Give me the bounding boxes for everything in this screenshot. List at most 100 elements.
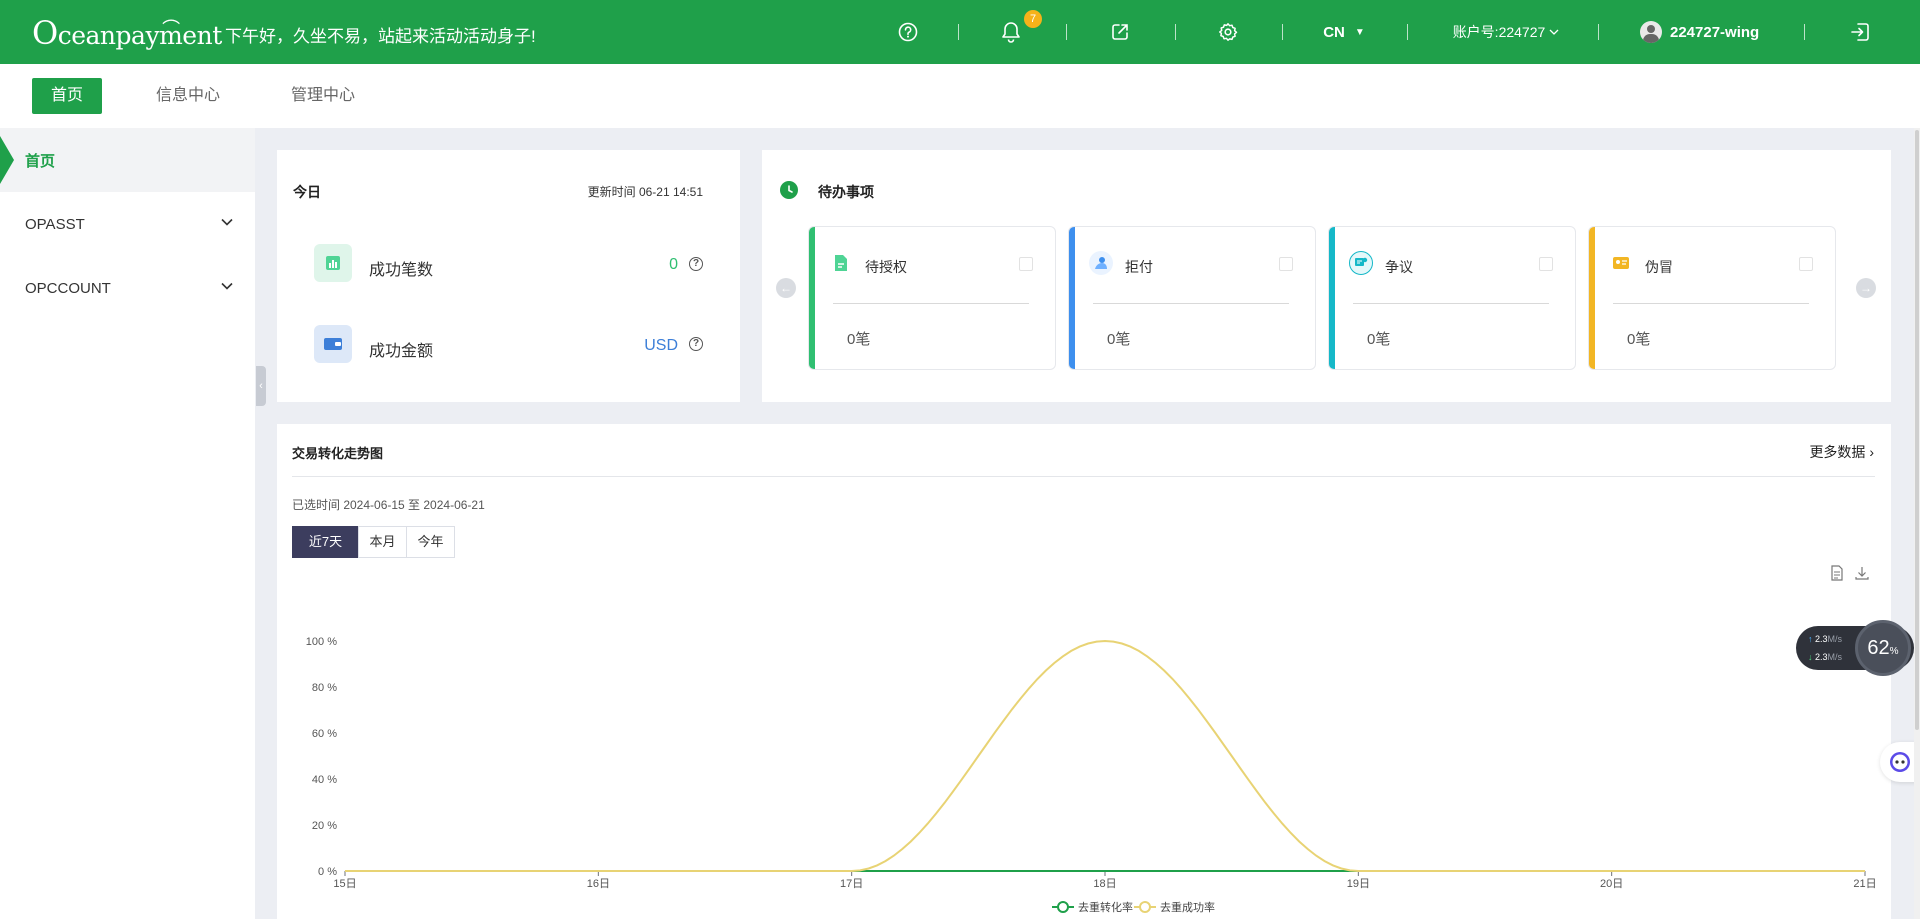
x-tick-label: 18日 <box>1093 878 1116 890</box>
bar-chart-icon <box>314 244 352 282</box>
metric-label: 成功笔数 <box>369 262 434 279</box>
period-7days-button[interactable]: 近7天 <box>292 526 359 558</box>
chevron-down-icon <box>1549 23 1559 41</box>
main-nav: 首页 信息中心 管理中心 <box>0 64 1920 128</box>
clock-icon <box>780 181 798 199</box>
tab-management-center[interactable]: 管理中心 <box>272 78 374 114</box>
go-icon[interactable] <box>1019 257 1033 271</box>
todo-label: 伪冒 <box>1645 259 1673 275</box>
speed-unit: M/s <box>1827 652 1843 662</box>
legend-marker <box>1139 901 1151 913</box>
speed-unit: M/s <box>1827 634 1843 644</box>
data-view-icon[interactable] <box>1830 565 1844 581</box>
todo-item-authorize[interactable]: 待授权 0笔 <box>808 226 1056 370</box>
username: 224727-wing <box>1670 23 1760 41</box>
oceanpayment-logo[interactable]: Oceanpaym ⌒ ent <box>32 14 222 52</box>
today-card: 今日 更新时间 06-21 14:51 成功笔数 0 ? 成功金额 USD ? <box>277 150 740 402</box>
download-icon[interactable] <box>1854 565 1870 581</box>
x-tick-label: 15日 <box>333 878 356 890</box>
todo-item-fraud[interactable]: 伪冒 0笔 <box>1588 226 1836 370</box>
cpu-percent-gauge[interactable]: 62% <box>1855 620 1911 676</box>
todo-count: 0笔 <box>1627 331 1651 348</box>
tab-home[interactable]: 首页 <box>32 78 103 114</box>
trend-chart: 0 % 20 % 40 % 60 % 80 % 100 % 15日 16日 17日 18日 19日 2… <box>306 636 1877 914</box>
date-range-text: 已选时间 2024-06-15 至 2024-06-21 <box>292 498 485 512</box>
period-month-button[interactable]: 本月 <box>358 526 407 558</box>
todo-label: 拒付 <box>1125 259 1153 275</box>
wallet-icon <box>314 325 352 363</box>
help-icon[interactable]: ? <box>689 257 703 271</box>
scrollbar-thumb[interactable] <box>1915 130 1919 730</box>
go-icon[interactable] <box>1539 257 1553 271</box>
chevron-down-icon <box>221 218 233 226</box>
tab-info-center[interactable]: 信息中心 <box>137 78 239 114</box>
todo-item-dispute[interactable]: 争议 0笔 <box>1328 226 1576 370</box>
bell-icon[interactable] <box>999 0 1023 64</box>
avatar <box>1640 21 1662 43</box>
success-count-value: 0 <box>669 256 678 273</box>
x-tick-label: 17日 <box>840 878 863 890</box>
language-select[interactable]: CN ▼ <box>1316 0 1372 64</box>
y-tick-label: 20 % <box>312 820 337 832</box>
metric-label: 成功金额 <box>369 343 434 360</box>
sidebar-item-label: OPCCOUNT <box>25 279 111 297</box>
help-icon[interactable] <box>896 0 920 64</box>
todo-count: 0笔 <box>847 331 871 348</box>
go-icon[interactable] <box>1279 257 1293 271</box>
percent-value: 62 <box>1867 636 1890 659</box>
arrow-down-icon: ↓ <box>1808 652 1813 662</box>
external-link-icon[interactable] <box>1108 0 1132 64</box>
header-divider <box>1066 24 1067 40</box>
user-menu[interactable]: 224727-wing <box>1640 0 1770 64</box>
active-marker <box>0 136 14 184</box>
header-divider <box>1175 24 1176 40</box>
x-tick-label: 16日 <box>587 878 610 890</box>
y-tick-label: 40 % <box>312 774 337 786</box>
divider <box>292 476 1875 477</box>
x-tick-label: 21日 <box>1853 878 1876 890</box>
today-title: 今日 <box>293 184 321 200</box>
sidebar-item-home[interactable]: 首页 <box>0 128 255 192</box>
arrow-left-icon[interactable]: ← <box>776 278 796 298</box>
go-icon[interactable] <box>1799 257 1813 271</box>
period-year-button[interactable]: 今年 <box>406 526 455 558</box>
legend-label: 去重转化率 <box>1078 900 1133 914</box>
sidebar-collapse-handle[interactable]: ‹ <box>256 366 266 406</box>
todo-stripe <box>809 227 815 369</box>
todo-label: 争议 <box>1385 259 1413 275</box>
todo-card: 待办事项 ← 待授权 0笔 拒付 0笔 争议 0笔 伪冒 0笔 → <box>762 150 1891 402</box>
success-amount-value: USD <box>644 337 678 354</box>
series-line <box>345 639 1865 872</box>
y-tick-label: 60 % <box>312 728 337 740</box>
x-tick-label: 20日 <box>1600 878 1623 890</box>
divider <box>1353 303 1549 304</box>
arrow-right-icon[interactable]: → <box>1856 278 1876 298</box>
header-divider <box>958 24 959 40</box>
language-label: CN <box>1323 23 1345 41</box>
logout-icon[interactable] <box>1848 0 1872 64</box>
sidebar-item-opasst[interactable]: OPASST <box>0 192 255 256</box>
divider <box>1093 303 1289 304</box>
todo-label: 待授权 <box>865 259 907 275</box>
person-icon <box>1089 251 1113 275</box>
chat-icon <box>1349 251 1373 275</box>
chevron-right-icon: › <box>1869 444 1874 460</box>
account-select[interactable]: 账户号:224727 <box>1446 0 1566 64</box>
y-tick-label: 80 % <box>312 682 337 694</box>
todo-stripe <box>1069 227 1075 369</box>
upload-speed: 2.3 <box>1815 634 1828 644</box>
id-card-icon <box>1609 251 1633 275</box>
header-divider <box>1804 24 1805 40</box>
settings-icon[interactable] <box>1216 0 1240 64</box>
sidebar-item-opccount[interactable]: OPCCOUNT <box>0 256 255 320</box>
divider <box>1613 303 1809 304</box>
todo-stripe <box>1589 227 1595 369</box>
help-icon[interactable]: ? <box>689 337 703 351</box>
divider <box>833 303 1029 304</box>
greeting-text: 下午好，久坐不易，站起来活动活动身子! <box>225 27 536 46</box>
todo-item-chargeback[interactable]: 拒付 0笔 <box>1068 226 1316 370</box>
more-data-link[interactable]: 更多数据 › <box>1809 442 1874 462</box>
more-data-label: 更多数据 <box>1809 444 1866 460</box>
y-tick-label: 0 % <box>318 866 337 878</box>
trend-card: 交易转化走势图 更多数据 › 已选时间 2024-06-15 至 2024-06… <box>277 424 1891 919</box>
